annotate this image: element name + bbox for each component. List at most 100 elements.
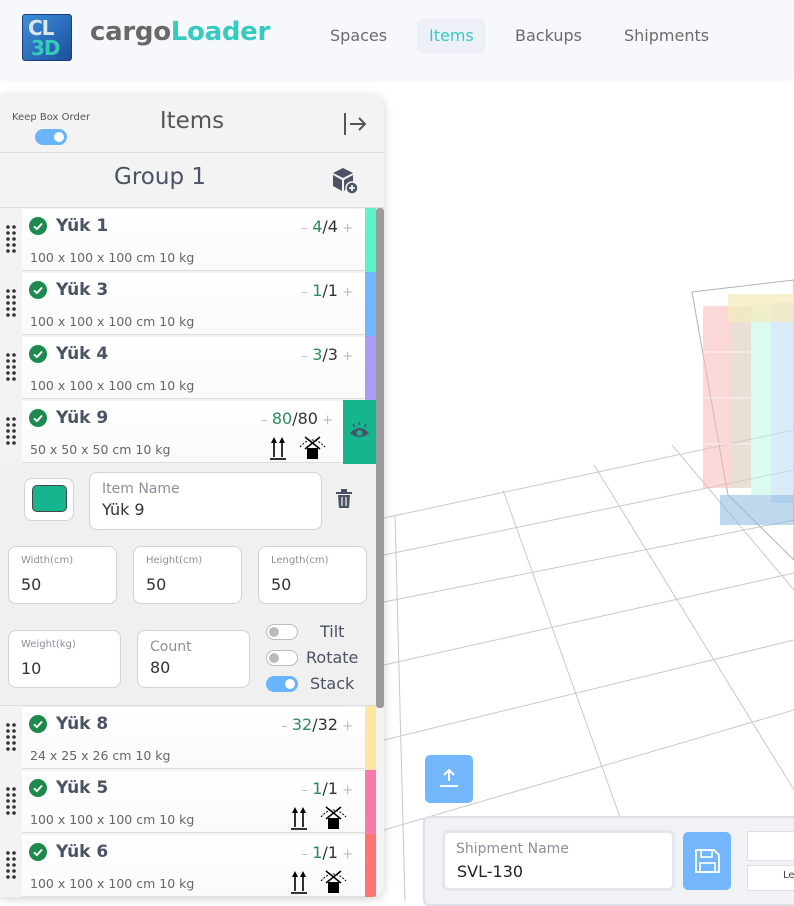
- increment-button[interactable]: +: [338, 783, 353, 798]
- placed-count: 3: [312, 345, 323, 364]
- count-value: 80: [150, 658, 171, 677]
- item-color-indicator: [365, 770, 376, 834]
- shipment-extra-field-1[interactable]: [747, 831, 794, 861]
- item-editor: Item Name Yük 9 Width(cm) 50 Height(cm) …: [0, 464, 376, 706]
- this-side-up-icon: [291, 871, 307, 894]
- stack-toggle[interactable]: [266, 676, 298, 692]
- this-side-up-icon: [270, 437, 286, 460]
- collapse-panel-icon[interactable]: [342, 111, 368, 137]
- item-card[interactable]: Yük 6 100 x 100 x 100 cm 10 kg – 1/1 +: [22, 835, 365, 897]
- list-item[interactable]: Yük 3 100 x 100 x 100 cm 10 kg – 1/1 +: [0, 272, 376, 336]
- item-color-indicator: [365, 706, 376, 770]
- list-item[interactable]: Yük 4 100 x 100 x 100 cm 10 kg – 3/3 +: [0, 336, 376, 400]
- item-color-indicator: [365, 336, 376, 400]
- placed-check-icon: [29, 281, 47, 299]
- delete-item-icon[interactable]: [335, 489, 353, 509]
- item-card[interactable]: Yük 5 100 x 100 x 100 cm 10 kg – 1/1 +: [22, 771, 365, 833]
- drag-handle-icon[interactable]: [5, 224, 17, 254]
- nav-tab-shipments[interactable]: Shipments: [612, 18, 721, 54]
- do-not-stack-icon: [299, 436, 326, 459]
- nav-tab-backups[interactable]: Backups: [503, 18, 594, 54]
- decrement-button[interactable]: –: [302, 349, 313, 364]
- color-picker-button[interactable]: [24, 478, 74, 521]
- increment-button[interactable]: +: [338, 221, 353, 236]
- items-panel: Keep Box Order Items Group 1 Yük 1 100 x …: [0, 95, 384, 897]
- increment-button[interactable]: +: [338, 349, 353, 364]
- shipment-name-value: SVL-130: [457, 862, 524, 881]
- increment-button[interactable]: +: [338, 719, 353, 734]
- item-dimensions: 50 x 50 x 50 cm 10 kg: [30, 442, 171, 457]
- increment-button[interactable]: +: [338, 285, 353, 300]
- item-quantity: – 4/4 +: [301, 217, 353, 236]
- increment-button[interactable]: +: [318, 413, 333, 428]
- decrement-button[interactable]: –: [261, 413, 272, 428]
- nav-tab-spaces[interactable]: Spaces: [318, 18, 399, 54]
- save-shipment-button[interactable]: [683, 832, 731, 890]
- drag-handle-icon[interactable]: [5, 722, 17, 752]
- placed-count: 80: [271, 409, 293, 428]
- drag-handle-icon[interactable]: [5, 786, 17, 816]
- panel-scrollbar[interactable]: [376, 208, 384, 708]
- save-icon: [695, 849, 720, 873]
- decrement-button[interactable]: –: [302, 221, 313, 236]
- decrement-button[interactable]: –: [302, 783, 313, 798]
- rotate-toggle[interactable]: [266, 650, 298, 666]
- item-card[interactable]: Yük 9 50 x 50 x 50 cm 10 kg – 80/80 +: [22, 401, 365, 463]
- length-field[interactable]: Length(cm) 50: [258, 546, 367, 604]
- weight-field[interactable]: Weight(kg) 10: [8, 630, 121, 688]
- list-item[interactable]: Yük 9 50 x 50 x 50 cm 10 kg – 80/80 +: [0, 400, 376, 464]
- drag-handle-icon[interactable]: [5, 288, 17, 318]
- list-item[interactable]: Yük 5 100 x 100 x 100 cm 10 kg – 1/1 +: [0, 770, 376, 834]
- decrement-button[interactable]: –: [302, 285, 313, 300]
- list-item[interactable]: Yük 1 100 x 100 x 100 cm 10 kg – 4/4 +: [0, 208, 376, 272]
- total-count: 32: [317, 715, 338, 734]
- item-quantity: – 3/3 +: [301, 345, 353, 364]
- group-title: Group 1: [114, 164, 206, 190]
- item-card[interactable]: Yük 3 100 x 100 x 100 cm 10 kg – 1/1 +: [22, 273, 365, 335]
- decrement-button[interactable]: –: [302, 847, 313, 862]
- decrement-button[interactable]: –: [281, 719, 292, 734]
- list-item[interactable]: Yük 8 24 x 25 x 26 cm 10 kg – 32/32 +: [0, 706, 376, 770]
- handling-flags: [291, 806, 347, 830]
- item-color-indicator: [365, 208, 376, 272]
- upload-button[interactable]: [425, 755, 473, 803]
- tilt-toggle[interactable]: [266, 624, 298, 640]
- item-card[interactable]: Yük 4 100 x 100 x 100 cm 10 kg – 3/3 +: [22, 337, 365, 399]
- stack-label: Stack: [310, 674, 355, 693]
- count-field[interactable]: Count 80: [137, 630, 250, 688]
- upload-icon: [440, 768, 458, 787]
- drag-handle-icon[interactable]: [5, 416, 17, 446]
- item-name-field[interactable]: Item Name Yük 9: [89, 472, 322, 530]
- toggle-knob: [285, 679, 295, 689]
- increment-button[interactable]: +: [338, 847, 353, 862]
- height-field[interactable]: Height(cm) 50: [133, 546, 242, 604]
- item-dimensions: 100 x 100 x 100 cm 10 kg: [30, 378, 195, 393]
- placed-count: 32: [291, 715, 313, 734]
- app-logo[interactable]: CL 3D: [22, 14, 72, 61]
- width-field[interactable]: Width(cm) 50: [8, 546, 117, 604]
- item-card[interactable]: Yük 8 24 x 25 x 26 cm 10 kg – 32/32 +: [22, 707, 365, 769]
- handling-flags: [291, 870, 347, 894]
- add-item-box-icon[interactable]: [330, 166, 358, 194]
- placed-check-icon: [29, 409, 47, 427]
- weight-value: 10: [21, 659, 42, 678]
- placed-count: 1: [312, 779, 323, 798]
- item-card[interactable]: Yük 1 100 x 100 x 100 cm 10 kg – 4/4 +: [22, 209, 365, 271]
- shipment-name-label: Shipment Name: [456, 841, 569, 857]
- toggle-knob: [269, 627, 279, 637]
- shipment-extra-field-2[interactable]: Le: [747, 865, 794, 891]
- shipment-name-field[interactable]: Shipment Name SVL-130: [445, 833, 672, 888]
- toggle-visibility-button[interactable]: [343, 400, 376, 464]
- this-side-up-icon: [291, 807, 307, 830]
- item-quantity: – 1/1 +: [301, 779, 353, 798]
- item-name: Yük 3: [56, 280, 109, 300]
- item-name-label: Item Name: [102, 481, 180, 497]
- logo-text-bottom: 3D: [31, 36, 61, 60]
- list-item[interactable]: Yük 6 100 x 100 x 100 cm 10 kg – 1/1 +: [0, 834, 376, 897]
- nav-tab-items[interactable]: Items: [417, 18, 486, 54]
- drag-handle-icon[interactable]: [5, 850, 17, 880]
- rotate-label: Rotate: [306, 648, 359, 667]
- placed-count: 1: [312, 281, 323, 300]
- do-not-stack-icon: [320, 870, 347, 893]
- drag-handle-icon[interactable]: [5, 352, 17, 382]
